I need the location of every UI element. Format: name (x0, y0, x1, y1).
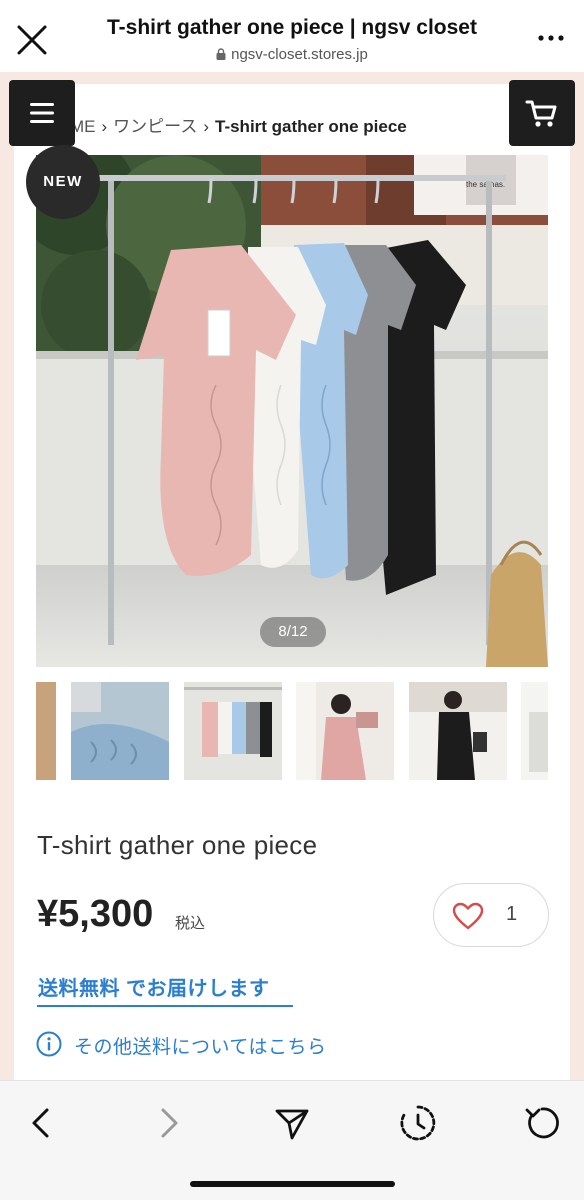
thumbnail[interactable] (521, 682, 548, 780)
forward-icon[interactable] (146, 1101, 190, 1145)
thumbnail[interactable] (409, 682, 507, 780)
thumbnail[interactable] (184, 682, 282, 780)
breadcrumb-category[interactable]: ワンピース (113, 117, 197, 136)
more-icon[interactable] (536, 28, 566, 48)
thumbnail[interactable] (296, 682, 394, 780)
like-button[interactable]: 1 (433, 883, 549, 947)
breadcrumb-current: T-shirt gather one piece (215, 117, 407, 136)
like-count: 1 (506, 903, 518, 925)
menu-button[interactable] (9, 80, 75, 146)
info-icon (36, 1031, 62, 1057)
cart-icon (525, 100, 557, 127)
chevron-right-icon: › (203, 117, 209, 136)
tax-label: 税込 (175, 915, 206, 932)
home-indicator (190, 1181, 395, 1187)
thumbnail[interactable] (71, 682, 169, 780)
other-shipping-link[interactable]: その他送料についてはこちら (74, 1032, 327, 1059)
heart-icon (452, 902, 484, 930)
product-price: ¥5,300 (37, 893, 154, 935)
reload-icon[interactable] (520, 1101, 564, 1145)
lock-icon (216, 47, 226, 60)
page-title: T-shirt gather one piece | ngsv closet (107, 16, 477, 39)
close-icon[interactable] (12, 20, 52, 60)
menu-icon (30, 103, 54, 123)
free-shipping-label: 送料無料 でお届けします (38, 978, 270, 1000)
history-icon[interactable] (396, 1101, 440, 1145)
browser-header: T-shirt gather one piece | ngsv closet n… (0, 0, 584, 72)
free-shipping-underline (37, 1005, 293, 1007)
breadcrumb: ME › ワンピース › T-shirt gather one piece (70, 112, 407, 137)
back-icon[interactable] (20, 1101, 64, 1145)
share-icon[interactable] (270, 1101, 314, 1145)
image-counter: 8/12 (260, 617, 326, 647)
page-url: ngsv-closet.stores.jp (90, 46, 494, 63)
new-badge: NEW (26, 145, 100, 219)
cart-button[interactable] (509, 80, 575, 146)
product-name: T-shirt gather one piece (37, 830, 318, 860)
product-main-image[interactable]: the samas. (36, 155, 548, 667)
chevron-right-icon: › (101, 117, 108, 136)
hanger-tag-text: the samas. (466, 180, 505, 189)
thumbnail[interactable] (36, 682, 56, 780)
thumbnail-strip[interactable] (36, 682, 548, 780)
url-text: ngsv-closet.stores.jp (231, 46, 368, 63)
